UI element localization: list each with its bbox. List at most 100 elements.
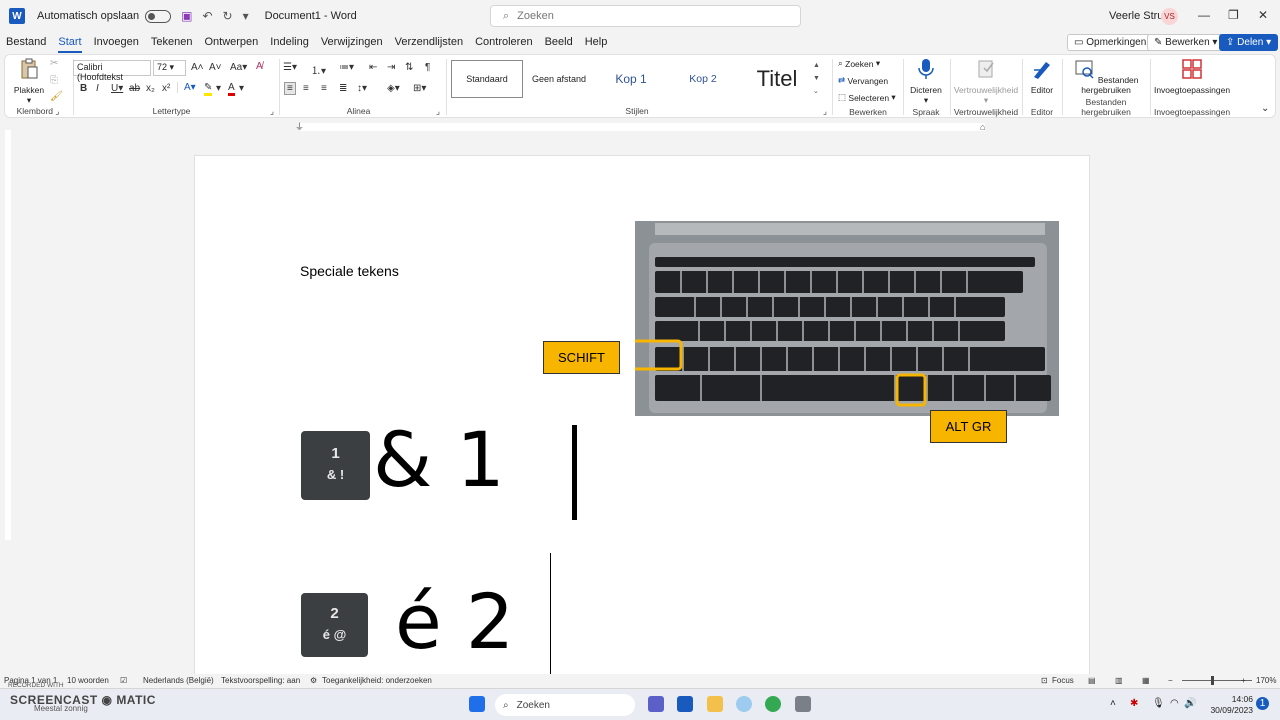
zoom-in-icon[interactable]: + bbox=[1241, 676, 1246, 685]
multilevel-list-icon[interactable]: ≔▾ bbox=[339, 62, 354, 73]
highlight-color-icon[interactable]: ✎ bbox=[204, 82, 213, 96]
keyboard-photo[interactable] bbox=[631, 221, 1059, 416]
align-right-icon[interactable]: ≡ bbox=[321, 83, 327, 94]
shading-icon[interactable]: ◈▾ bbox=[387, 83, 400, 94]
collapse-ribbon-icon[interactable]: ⌄ bbox=[1261, 103, 1269, 114]
zoom-level[interactable]: 170% bbox=[1256, 676, 1276, 685]
highlight-dropdown-icon[interactable]: ▾ bbox=[216, 83, 221, 94]
autosave-toggle[interactable] bbox=[145, 9, 172, 23]
tab-bestand[interactable]: Bestand bbox=[0, 33, 52, 53]
document-page[interactable]: Speciale tekens SCHIFT ALT GR 1 & ! & 1 … bbox=[194, 155, 1090, 675]
snipping-tool-icon[interactable] bbox=[795, 696, 811, 712]
customize-quick-access-icon[interactable]: ▾ bbox=[243, 9, 249, 23]
text-predictions-status[interactable]: Tekstvoorspelling: aan bbox=[221, 676, 300, 685]
copy-icon[interactable]: ⎘ bbox=[50, 75, 58, 86]
maximize-icon[interactable]: ❐ bbox=[1228, 8, 1239, 22]
text-effects-icon[interactable]: A▾ bbox=[177, 82, 196, 93]
tab-verzendlijsten[interactable]: Verzendlijsten bbox=[389, 33, 470, 53]
numbering-icon[interactable]: ⒈▾ bbox=[311, 62, 326, 77]
focus-mode[interactable]: Focus bbox=[1052, 676, 1074, 685]
microphone-tray-icon[interactable]: 🎙 bbox=[1152, 698, 1165, 709]
chrome-icon[interactable] bbox=[765, 696, 781, 712]
decrease-indent-icon[interactable]: ⇤ bbox=[369, 62, 377, 73]
taskbar-clock[interactable]: 14:06 30/09/2023 bbox=[1205, 694, 1253, 716]
teams-icon[interactable] bbox=[648, 696, 664, 712]
sort-icon[interactable]: ⇅ bbox=[405, 62, 413, 73]
align-left-icon[interactable]: ≡ bbox=[284, 82, 296, 95]
subscript-icon[interactable]: x₂ bbox=[146, 83, 155, 94]
share-button[interactable]: ⇪ Delen ▾ bbox=[1219, 34, 1279, 51]
format-painter-icon[interactable]: 🖌 bbox=[50, 91, 63, 102]
tab-invoegen[interactable]: Invoegen bbox=[88, 33, 145, 53]
redo-icon[interactable]: ↻ bbox=[223, 9, 233, 23]
minimize-icon[interactable]: — bbox=[1198, 8, 1210, 22]
horizontal-ruler[interactable]: ⏚ ⌂ bbox=[0, 120, 1280, 134]
language-status[interactable]: Nederlands (België) bbox=[143, 676, 214, 685]
underline-icon[interactable]: U▾ bbox=[111, 83, 123, 94]
align-center-icon[interactable]: ≡ bbox=[303, 83, 309, 94]
dictate-button[interactable]: Dicteren ▾ bbox=[906, 58, 946, 105]
app-icon[interactable] bbox=[736, 696, 752, 712]
accessibility-status[interactable]: Toegankelijkheid: onderzoeken bbox=[322, 676, 432, 685]
font-color-dropdown-icon[interactable]: ▾ bbox=[239, 83, 244, 94]
editing-mode-button[interactable]: ✎ Bewerken ▾ bbox=[1147, 34, 1225, 51]
volume-icon[interactable]: 🔊 bbox=[1184, 698, 1196, 709]
paste-button[interactable]: Plakken ▾ bbox=[11, 58, 47, 105]
zoom-slider-thumb[interactable] bbox=[1211, 676, 1214, 685]
line-2-text[interactable]: é 2 bbox=[395, 584, 514, 660]
bold-icon[interactable]: B bbox=[80, 83, 87, 94]
font-name-select[interactable]: Calibri (Hoofdtekst bbox=[73, 60, 151, 82]
font-color-icon[interactable]: A bbox=[228, 82, 235, 96]
clear-formatting-icon[interactable]: A̸ bbox=[256, 61, 263, 72]
grow-font-icon[interactable]: A˄ bbox=[191, 62, 204, 73]
zoom-out-icon[interactable]: − bbox=[1168, 676, 1173, 685]
shift-callout[interactable]: SCHIFT bbox=[543, 341, 620, 374]
line-spacing-icon[interactable]: ↕▾ bbox=[357, 83, 367, 94]
bullets-icon[interactable]: ☰▾ bbox=[283, 62, 297, 73]
notifications-icon[interactable]: 1 bbox=[1256, 697, 1269, 710]
increase-indent-icon[interactable]: ⇥ bbox=[387, 62, 395, 73]
change-case-icon[interactable]: Aa▾ bbox=[230, 62, 247, 73]
key-1-image[interactable]: 1 & ! bbox=[301, 431, 370, 500]
web-layout-icon[interactable]: ▦ bbox=[1142, 676, 1150, 685]
find-button[interactable]: ⌕ Zoeken ▾ bbox=[838, 58, 880, 69]
indent-marker-icon[interactable]: ⏚ bbox=[295, 120, 304, 133]
search-box[interactable]: ⌕ Zoeken bbox=[490, 5, 801, 27]
replace-button[interactable]: ⇄ Vervangen bbox=[838, 75, 888, 86]
word-taskbar-icon[interactable] bbox=[677, 696, 693, 712]
taskbar-search[interactable]: ⌕ Zoeken bbox=[495, 694, 635, 716]
line-1-text[interactable]: & 1 bbox=[373, 422, 505, 498]
print-layout-icon[interactable]: ▥ bbox=[1115, 676, 1123, 685]
proofing-icon[interactable]: ☑ bbox=[120, 676, 127, 685]
italic-icon[interactable]: I bbox=[96, 83, 99, 94]
select-button[interactable]: ⬚ Selecteren ▾ bbox=[838, 92, 896, 103]
borders-icon[interactable]: ⊞▾ bbox=[413, 83, 426, 94]
close-icon[interactable]: ✕ bbox=[1258, 8, 1268, 22]
altgr-callout[interactable]: ALT GR bbox=[930, 410, 1007, 443]
right-indent-marker-icon[interactable]: ⌂ bbox=[980, 122, 985, 132]
tab-controleren[interactable]: Controleren bbox=[469, 33, 538, 53]
addins-button[interactable]: Invoegtoepassingen bbox=[1153, 58, 1231, 95]
tab-tekenen[interactable]: Tekenen bbox=[145, 33, 199, 53]
start-icon[interactable] bbox=[469, 696, 485, 712]
tab-verwijzingen[interactable]: Verwijzingen bbox=[315, 33, 389, 53]
editor-button[interactable]: Editor bbox=[1025, 58, 1059, 95]
security-icon[interactable]: ✱ bbox=[1130, 698, 1138, 709]
superscript-icon[interactable]: x² bbox=[162, 83, 170, 94]
document-heading[interactable]: Speciale tekens bbox=[300, 263, 399, 279]
file-explorer-icon[interactable] bbox=[707, 696, 723, 712]
show-marks-icon[interactable]: ¶ bbox=[425, 62, 430, 73]
tab-ontwerpen[interactable]: Ontwerpen bbox=[198, 33, 264, 53]
font-size-select[interactable]: 72 ▾ bbox=[153, 60, 186, 76]
reuse-files-button[interactable]: Bestanden hergebruiken bbox=[1067, 58, 1145, 95]
word-count[interactable]: 10 woorden bbox=[67, 676, 109, 685]
avatar[interactable]: VS bbox=[1161, 8, 1178, 25]
key-2-image[interactable]: 2 é @ bbox=[301, 593, 368, 657]
comments-button[interactable]: ▭ Opmerkingen bbox=[1067, 34, 1154, 51]
chevron-up-icon[interactable]: ˄ bbox=[1110, 698, 1116, 709]
justify-icon[interactable]: ≣ bbox=[339, 83, 347, 94]
undo-icon[interactable]: ↶ bbox=[202, 9, 212, 23]
tab-indeling[interactable]: Indeling bbox=[264, 33, 315, 53]
tab-start[interactable]: Start bbox=[52, 33, 87, 53]
strikethrough-icon[interactable]: ab bbox=[129, 83, 140, 94]
